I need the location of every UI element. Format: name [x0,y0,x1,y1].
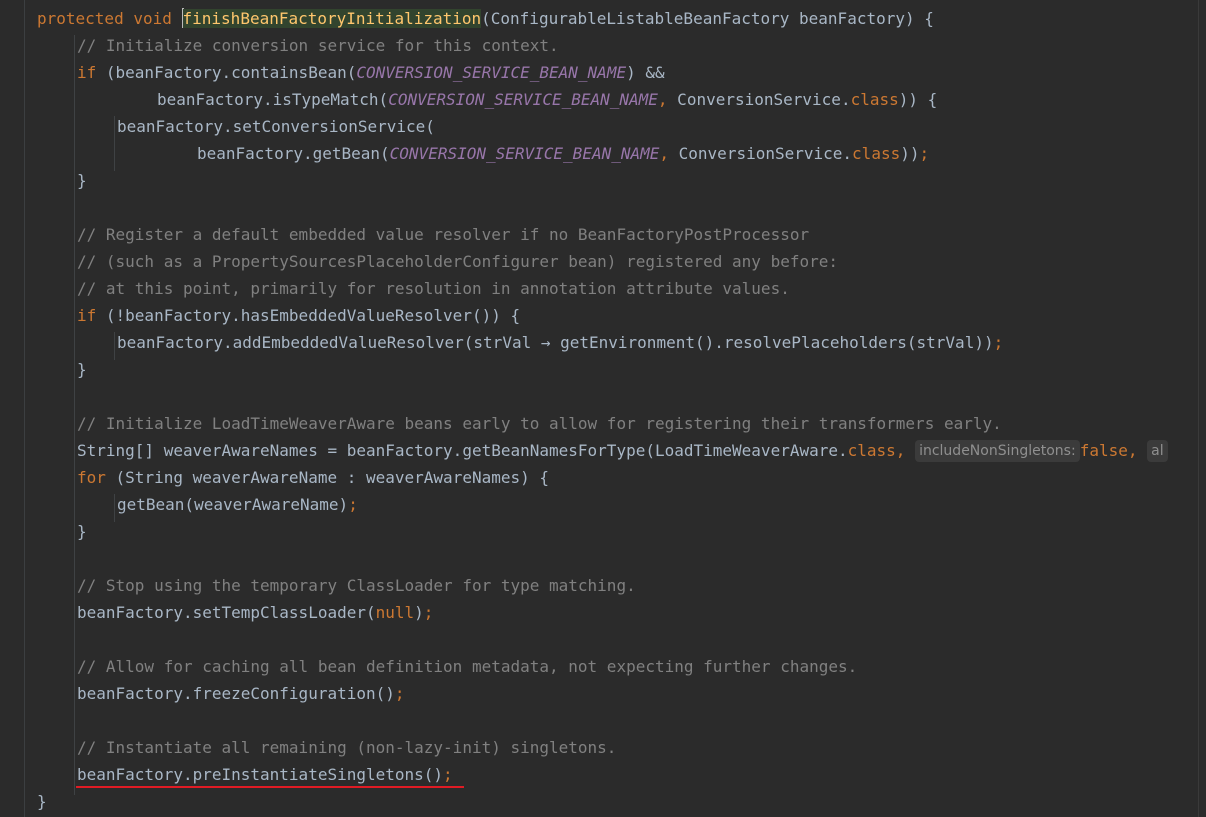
indent-guide [114,116,115,171]
code-text: } [77,522,87,541]
comment: // Allow for caching all bean definition… [77,657,858,676]
punctuation: , [1127,441,1138,460]
code-line-method-signature[interactable]: protected void finishBeanFactoryInitiali… [37,5,934,32]
code-line[interactable]: // Register a default embedded value res… [77,221,809,248]
keyword: false [1079,441,1128,460]
keyword: null [375,603,415,622]
code-text: ) [414,603,424,622]
parameter-hint: al [1147,440,1168,462]
code-line[interactable]: beanFactory.isTypeMatch(CONVERSION_SERVI… [157,86,937,113]
code-line[interactable]: beanFactory.setConversionService( [117,113,435,140]
code-text: beanFactory.freezeConfiguration() [77,684,395,703]
code-editor[interactable]: protected void finishBeanFactoryInitiali… [0,0,1206,817]
code-line[interactable]: beanFactory.freezeConfiguration(); [77,680,405,707]
keyword: if [77,306,97,325]
code-line[interactable]: } [77,356,87,383]
semicolon: ; [423,603,434,622]
punctuation: , [657,90,668,109]
indent-guide [114,332,115,360]
right-margin-guide [1198,0,1199,817]
code-text: (ConfigurableListableBeanFactory beanFac… [481,9,934,28]
code-line[interactable]: // Stop using the temporary ClassLoader … [77,572,636,599]
semicolon: ; [993,333,1004,352]
keyword: class [847,441,896,460]
indent-guide [74,35,75,795]
indent-guide [114,494,115,522]
code-text: ConversionService. [669,144,853,163]
keyword: if [77,63,97,82]
code-line[interactable]: String[] weaverAwareNames = beanFactory.… [77,437,1168,464]
code-text: ConversionService. [667,90,851,109]
keyword: for [77,468,106,487]
code-text: beanFactory.setConversionService( [117,117,435,136]
code-line[interactable]: if (!beanFactory.hasEmbeddedValueResolve… [77,302,520,329]
keyword: class [852,144,901,163]
code-text: String[] weaverAwareNames = beanFactory.… [77,441,848,460]
semicolon: ; [348,495,358,514]
code-text: } [37,792,47,811]
code-line[interactable]: // Allow for caching all bean definition… [77,653,857,680]
code-text: (beanFactory.containsBean( [96,63,357,82]
constant: CONVERSION_SERVICE_BEAN_NAME [389,144,660,163]
code-text: getBean(weaverAwareName) [117,495,349,514]
method-name[interactable]: finishBeanFactoryInitialization [182,9,482,28]
comment: // Initialize conversion service for thi… [77,36,559,55]
code-line[interactable]: } [37,788,47,815]
semicolon: ; [394,684,405,703]
comment: // Register a default embedded value res… [77,225,810,244]
code-line[interactable]: beanFactory.getBean(CONVERSION_SERVICE_B… [197,140,929,167]
code-line[interactable]: beanFactory.addEmbeddedValueResolver(str… [117,329,1003,356]
keyword: class [850,90,899,109]
semicolon: ; [919,144,930,163]
code-text: beanFactory.isTypeMatch( [157,90,389,109]
code-text: )) [900,144,920,163]
red-underline-annotation [76,786,464,788]
code-text: beanFactory.preInstantiateSingletons() [77,765,444,784]
constant: CONVERSION_SERVICE_BEAN_NAME [356,63,627,82]
comment: // (such as a PropertySourcesPlaceholder… [77,252,838,271]
code-line[interactable]: for (String weaverAwareName : weaverAwar… [77,464,549,491]
comment: // Stop using the temporary ClassLoader … [77,576,636,595]
code-line[interactable]: } [77,518,87,545]
parameter-hint: includeNonSingletons: [915,440,1080,462]
constant: CONVERSION_SERVICE_BEAN_NAME [388,90,658,109]
punctuation: , [659,144,670,163]
code-line[interactable]: // Initialize LoadTimeWeaverAware beans … [77,410,1002,437]
code-text: } [77,360,87,379]
code-text: beanFactory.addEmbeddedValueResolver(str… [117,333,994,352]
comment: // Instantiate all remaining (non-lazy-i… [77,738,617,757]
semicolon: ; [443,765,453,784]
code-text: } [77,171,87,190]
code-text: beanFactory.getBean( [197,144,390,163]
code-text: beanFactory.setTempClassLoader( [77,603,376,622]
keyword: void [133,9,172,28]
comment: // Initialize LoadTimeWeaverAware beans … [77,414,1002,433]
code-line[interactable]: beanFactory.setTempClassLoader(null); [77,599,433,626]
code-text: (!beanFactory.hasEmbeddedValueResolver()… [96,306,521,325]
code-line[interactable]: getBean(weaverAwareName); [117,491,358,518]
code-line[interactable]: // Instantiate all remaining (non-lazy-i… [77,734,616,761]
code-line[interactable]: // Initialize conversion service for thi… [77,32,559,59]
gutter-separator [24,0,25,817]
code-line-highlighted[interactable]: beanFactory.preInstantiateSingletons(); [77,761,453,788]
code-text: )) { [898,90,938,109]
code-text: ) && [626,63,665,82]
code-line[interactable]: } [77,167,87,194]
code-line[interactable]: if (beanFactory.containsBean(CONVERSION_… [77,59,665,86]
code-text: (String weaverAwareName : weaverAwareNam… [105,468,550,487]
punctuation: , [895,441,906,460]
code-line[interactable]: // at this point, primarily for resoluti… [77,275,790,302]
code-line[interactable]: // (such as a PropertySourcesPlaceholder… [77,248,838,275]
comment: // at this point, primarily for resoluti… [77,279,790,298]
keyword: protected [37,9,124,28]
